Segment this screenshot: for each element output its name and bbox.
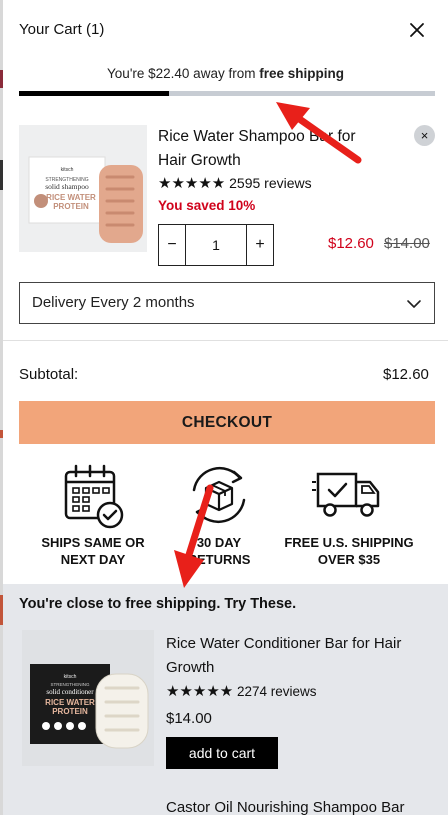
cart-title: Your Cart (1) [19, 21, 105, 38]
quantity-decrease-button[interactable]: − [159, 225, 186, 265]
delivery-truck-icon [312, 472, 380, 517]
subtotal-label: Subtotal: [19, 366, 79, 383]
free-shipping-progress-fill [19, 91, 169, 96]
delivery-frequency-value: Delivery Every 2 months [32, 294, 195, 311]
original-price: $14.00 [384, 235, 430, 252]
feature-free-shipping: FREE U.S. SHIPPING OVER $35 [279, 460, 419, 568]
feature-label-line: OVER $35 [317, 552, 381, 567]
subtotal-value: $12.60 [383, 366, 429, 383]
svg-text:RICE WATER: RICE WATER [45, 698, 95, 707]
feature-label: FREE U.S. SHIPPING OVER $35 [279, 534, 419, 568]
svg-text:STRENGTHENING: STRENGTHENING [50, 682, 90, 687]
svg-text:PROTEIN: PROTEIN [53, 202, 89, 211]
feature-label-line: FREE U.S. SHIPPING [284, 535, 414, 550]
delivery-frequency-select[interactable]: Delivery Every 2 months [19, 282, 435, 324]
free-shipping-progress-bar [19, 91, 435, 96]
svg-text:solid conditioner: solid conditioner [46, 688, 94, 696]
box-return-icon [192, 466, 246, 524]
section-divider [3, 340, 448, 341]
star-rating-icon: ★★★★★ [166, 683, 234, 700]
free-shipping-message: You're $22.40 away from free shipping [3, 66, 448, 81]
chevron-down-icon [407, 300, 421, 308]
feature-label-line: SHIPS SAME OR [41, 535, 145, 550]
feature-badges: SHIPS SAME OR NEXT DAY 30 DAY RETURNS FR… [3, 460, 448, 580]
svg-text:kitsch: kitsch [61, 167, 74, 173]
cart-item: kitsch STRENGTHENING solid shampoo RICE … [3, 120, 448, 270]
shampoo-bar-image: kitsch STRENGTHENING solid shampoo RICE … [19, 125, 147, 252]
recommendations-section: You're close to free shipping. Try These… [3, 584, 448, 815]
close-icon [410, 23, 424, 37]
product-rating: ★★★★★ 2595 reviews [158, 174, 312, 192]
svg-text:kitsch: kitsch [64, 674, 77, 680]
svg-text:solid shampoo: solid shampoo [45, 182, 89, 191]
svg-text:PROTEIN: PROTEIN [52, 707, 88, 716]
recommended-product-price: $14.00 [166, 710, 212, 727]
star-rating-icon: ★★★★★ [158, 175, 226, 192]
feature-ships-same-day: SHIPS SAME OR NEXT DAY [23, 460, 163, 568]
feature-label: SHIPS SAME OR NEXT DAY [23, 534, 163, 568]
feature-label-line: NEXT DAY [60, 552, 126, 567]
cart-header: Your Cart (1) [3, 0, 448, 60]
recommendations-title: You're close to free shipping. Try These… [19, 596, 297, 612]
next-recommended-product-name[interactable]: Castor Oil Nourishing Shampoo Bar [166, 799, 404, 815]
checkout-button[interactable]: CHECKOUT [19, 401, 435, 444]
free-shipping-message-emphasis: free shipping [259, 66, 344, 81]
close-button[interactable] [407, 20, 427, 40]
svg-text:RICE WATER: RICE WATER [46, 193, 96, 202]
remove-item-button[interactable]: × [414, 125, 435, 146]
product-image[interactable]: kitsch STRENGTHENING solid shampoo RICE … [19, 125, 147, 252]
review-count: 2274 reviews [237, 684, 317, 699]
recommended-product-name[interactable]: Rice Water Conditioner Bar for Hair Grow… [166, 632, 436, 680]
review-count: 2595 reviews [229, 175, 312, 191]
savings-label: You saved 10% [158, 198, 256, 213]
sale-price: $12.60 [328, 235, 374, 252]
cart-drawer: Your Cart (1) You're $22.40 away from fr… [3, 0, 448, 815]
free-shipping-message-text: You're $22.40 away from [107, 66, 260, 81]
feature-label: 30 DAY RETURNS [149, 534, 289, 568]
calendar-check-icon [64, 464, 124, 529]
feature-label-line: 30 DAY [196, 535, 242, 550]
quantity-input[interactable]: 1 [186, 225, 246, 265]
quantity-stepper: − 1 + [158, 224, 274, 266]
recommended-product-rating: ★★★★★ 2274 reviews [166, 682, 317, 700]
quantity-increase-button[interactable]: + [246, 225, 273, 265]
feature-label-line: RETURNS [187, 552, 251, 567]
conditioner-bar-image: kitsch STRENGTHENING solid conditioner R… [22, 630, 154, 766]
feature-30-day-returns: 30 DAY RETURNS [149, 460, 289, 568]
recommended-product-image[interactable]: kitsch STRENGTHENING solid conditioner R… [22, 630, 154, 766]
product-name[interactable]: Rice Water Shampoo Bar for Hair Growth [158, 125, 388, 173]
add-to-cart-button[interactable]: add to cart [166, 737, 278, 769]
